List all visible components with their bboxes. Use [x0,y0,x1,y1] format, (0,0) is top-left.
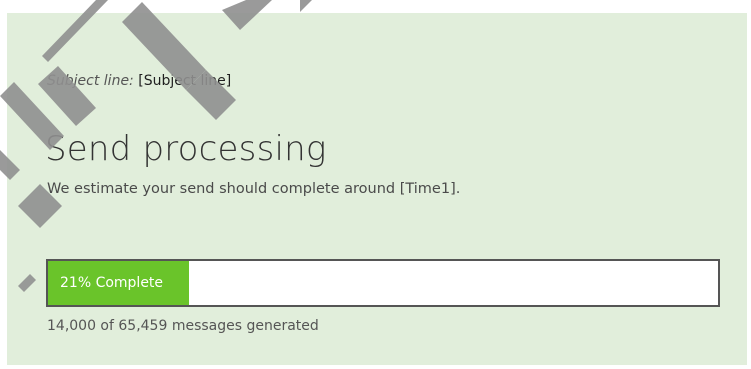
progress-label: 21% Complete [60,275,164,291]
page-title: Send processing [45,129,327,169]
subject-line-label: Subject line: [47,73,134,89]
progress-bar: 21% Complete [46,259,720,307]
subject-line: Subject line: [Subject line] [47,73,231,89]
messages-generated-count: 14,000 of 65,459 messages generated [47,318,319,334]
progress-bar-fill: 21% Complete [48,261,189,305]
completion-estimate: We estimate your send should complete ar… [47,181,461,197]
subject-line-value: [Subject line] [138,73,232,89]
send-status-panel: Subject line: [Subject line] Send proces… [7,13,747,365]
